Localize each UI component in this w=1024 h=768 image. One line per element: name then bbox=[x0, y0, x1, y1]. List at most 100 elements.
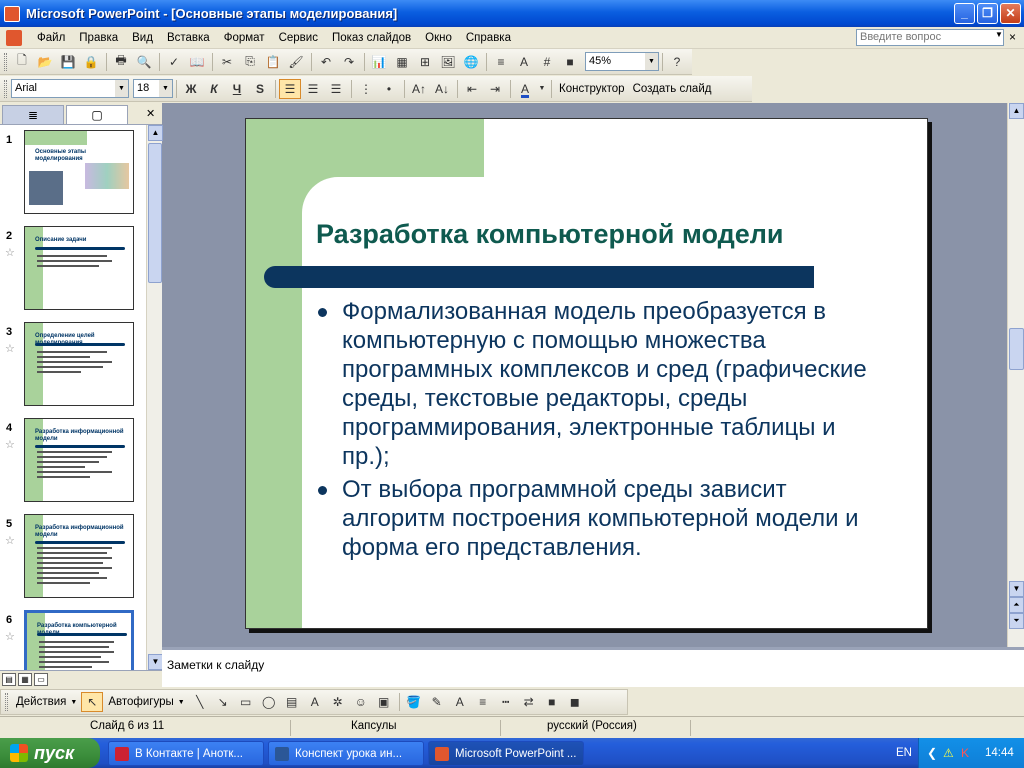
grid-icon[interactable]: # bbox=[536, 52, 558, 72]
tables-borders-icon[interactable]: ⊞ bbox=[414, 52, 436, 72]
slide-bullet-list[interactable]: Формализованная модель преобразуется в к… bbox=[316, 297, 876, 566]
new-icon[interactable]: 🗋 bbox=[11, 52, 33, 72]
minimize-button[interactable]: _ bbox=[954, 3, 975, 24]
underline-button[interactable]: Ч bbox=[226, 79, 248, 99]
close-icon[interactable]: ✕ bbox=[146, 107, 155, 120]
autoshapes-menu[interactable]: Автофигуры bbox=[104, 696, 177, 708]
thumbnail-row[interactable]: 5 ☆ Разработка информационной модели bbox=[0, 514, 146, 606]
increase-indent-icon[interactable]: ⇥ bbox=[484, 79, 506, 99]
chevron-down-icon[interactable]: ▼ bbox=[537, 79, 547, 99]
network-icon[interactable]: ⚠ bbox=[943, 746, 954, 760]
menu-edit[interactable]: Правка bbox=[72, 32, 125, 44]
restore-button[interactable]: ❐ bbox=[977, 3, 998, 24]
italic-button[interactable]: К bbox=[203, 79, 225, 99]
rectangle-icon[interactable]: ▭ bbox=[235, 692, 257, 712]
chevron-down-icon[interactable]: ▼ bbox=[178, 699, 185, 706]
redo-icon[interactable]: ↷ bbox=[338, 52, 360, 72]
new-slide-button[interactable]: Создать слайд bbox=[629, 83, 716, 95]
next-slide-icon[interactable]: ⏷ bbox=[1009, 613, 1024, 629]
spelling-icon[interactable]: ✓ bbox=[163, 52, 185, 72]
clipart-icon[interactable]: ☺ bbox=[350, 692, 372, 712]
menu-file[interactable]: Файл bbox=[30, 32, 72, 44]
align-right-icon[interactable]: ☰ bbox=[325, 79, 347, 99]
slide-thumbnail[interactable]: Описание задачи bbox=[24, 226, 134, 310]
normal-view-icon[interactable]: ▤ bbox=[2, 672, 16, 686]
thumbnail-scrollbar[interactable]: ▲ ▼ bbox=[146, 125, 163, 670]
chevron-down-icon[interactable]: ▼ bbox=[995, 30, 1003, 39]
chevron-down-icon[interactable]: ▼ bbox=[159, 80, 172, 97]
print-icon[interactable]: 🖶 bbox=[110, 52, 132, 72]
menu-format[interactable]: Формат bbox=[217, 32, 272, 44]
save-icon[interactable]: 💾 bbox=[57, 52, 79, 72]
back-arrow-icon[interactable]: ❮ bbox=[927, 746, 937, 760]
chevron-down-icon[interactable]: ▼ bbox=[70, 699, 77, 706]
language-indicator[interactable]: EN bbox=[896, 747, 912, 759]
hyperlink-icon[interactable]: 🌐 bbox=[460, 52, 482, 72]
paste-icon[interactable]: 📋 bbox=[262, 52, 284, 72]
decrease-indent-icon[interactable]: ⇤ bbox=[461, 79, 483, 99]
menu-tools[interactable]: Сервис bbox=[272, 32, 325, 44]
document-icon[interactable] bbox=[6, 29, 22, 46]
shadow-style-icon[interactable]: ■ bbox=[541, 692, 563, 712]
picture-icon[interactable]: ▣ bbox=[373, 692, 395, 712]
arrow-icon[interactable]: ↘ bbox=[212, 692, 234, 712]
select-arrow-icon[interactable]: ↖ bbox=[81, 692, 104, 712]
tab-slides[interactable]: ▢ bbox=[66, 105, 128, 124]
chevron-down-icon[interactable]: ▼ bbox=[645, 53, 658, 70]
thumbnail-row[interactable]: 4 ☆ Разработка информационной модели bbox=[0, 418, 146, 510]
slide-title[interactable]: Разработка компьютерной модели bbox=[316, 219, 784, 250]
toolbar-grip[interactable] bbox=[4, 79, 7, 98]
close-document-icon[interactable]: × bbox=[1009, 30, 1016, 44]
preview-icon[interactable]: 🔍 bbox=[133, 52, 155, 72]
font-color-icon[interactable]: A bbox=[514, 79, 536, 99]
menu-slideshow[interactable]: Показ слайдов bbox=[325, 32, 418, 44]
arrow-style-icon[interactable]: ⇄ bbox=[518, 692, 540, 712]
previous-slide-icon[interactable]: ⏶ bbox=[1009, 597, 1024, 613]
close-button[interactable]: ✕ bbox=[1000, 3, 1021, 24]
textbox-icon[interactable]: ▤ bbox=[281, 692, 303, 712]
slideshow-icon[interactable]: ▭ bbox=[34, 672, 48, 686]
menu-window[interactable]: Окно bbox=[418, 32, 459, 44]
font-color-icon[interactable]: A bbox=[449, 692, 471, 712]
scrollbar-thumb[interactable] bbox=[148, 143, 162, 283]
color-grayscale-icon[interactable]: ■ bbox=[559, 52, 581, 72]
shadow-button[interactable]: S bbox=[249, 79, 271, 99]
fill-color-icon[interactable]: 🪣 bbox=[403, 692, 425, 712]
bullets-icon[interactable]: • bbox=[378, 79, 400, 99]
research-icon[interactable]: 📖 bbox=[186, 52, 208, 72]
scrollbar-thumb[interactable] bbox=[1009, 328, 1024, 370]
3d-style-icon[interactable]: ◼ bbox=[564, 692, 586, 712]
chevron-down-icon[interactable]: ▼ bbox=[115, 80, 128, 97]
permission-icon[interactable]: 🔒 bbox=[80, 52, 102, 72]
show-formatting-icon[interactable]: A bbox=[513, 52, 535, 72]
increase-font-icon[interactable]: A↑ bbox=[408, 79, 430, 99]
cut-icon[interactable]: ✂ bbox=[216, 52, 238, 72]
menu-view[interactable]: Вид bbox=[125, 32, 160, 44]
toolbar-grip[interactable] bbox=[4, 52, 7, 71]
scroll-up-icon[interactable]: ▲ bbox=[1009, 103, 1024, 119]
slide-thumbnail[interactable]: Разработка информационной модели bbox=[24, 514, 134, 598]
actions-menu[interactable]: Действия bbox=[12, 696, 70, 708]
scroll-down-icon[interactable]: ▼ bbox=[148, 654, 163, 670]
diagram-icon[interactable]: ✲ bbox=[327, 692, 349, 712]
insert-picture-icon[interactable]: 🖼 bbox=[437, 52, 459, 72]
wordart-icon[interactable]: A bbox=[304, 692, 326, 712]
format-painter-icon[interactable]: 🖌 bbox=[285, 52, 307, 72]
zoom-select[interactable]: 45% ▼ bbox=[585, 52, 659, 71]
thumbnail-row[interactable]: 1 Основные этапы моделирования bbox=[0, 130, 146, 222]
taskbar-item-browser[interactable]: В Контакте | Анотк... bbox=[108, 741, 264, 766]
toolbar-grip[interactable] bbox=[5, 693, 8, 711]
dash-style-icon[interactable]: ┅ bbox=[495, 692, 517, 712]
slide-thumbnail[interactable]: Определение целей моделирования bbox=[24, 322, 134, 406]
scroll-up-icon[interactable]: ▲ bbox=[148, 125, 163, 141]
slide-sorter-icon[interactable]: ▦ bbox=[18, 672, 32, 686]
expand-all-icon[interactable]: ≡ bbox=[490, 52, 512, 72]
decrease-font-icon[interactable]: A↓ bbox=[431, 79, 453, 99]
notes-pane[interactable]: Заметки к слайду bbox=[162, 647, 1024, 687]
line-style-icon[interactable]: ≡ bbox=[472, 692, 494, 712]
tab-outline[interactable]: ≣ bbox=[2, 105, 64, 124]
font-size-select[interactable]: 18 ▼ bbox=[133, 79, 173, 98]
main-scrollbar[interactable]: ▲ ▼ ⏶ ⏷ bbox=[1007, 103, 1024, 647]
slide-canvas[interactable]: Разработка компьютерной модели Формализо… bbox=[245, 118, 928, 629]
taskbar-item-powerpoint[interactable]: Microsoft PowerPoint ... bbox=[428, 741, 584, 766]
